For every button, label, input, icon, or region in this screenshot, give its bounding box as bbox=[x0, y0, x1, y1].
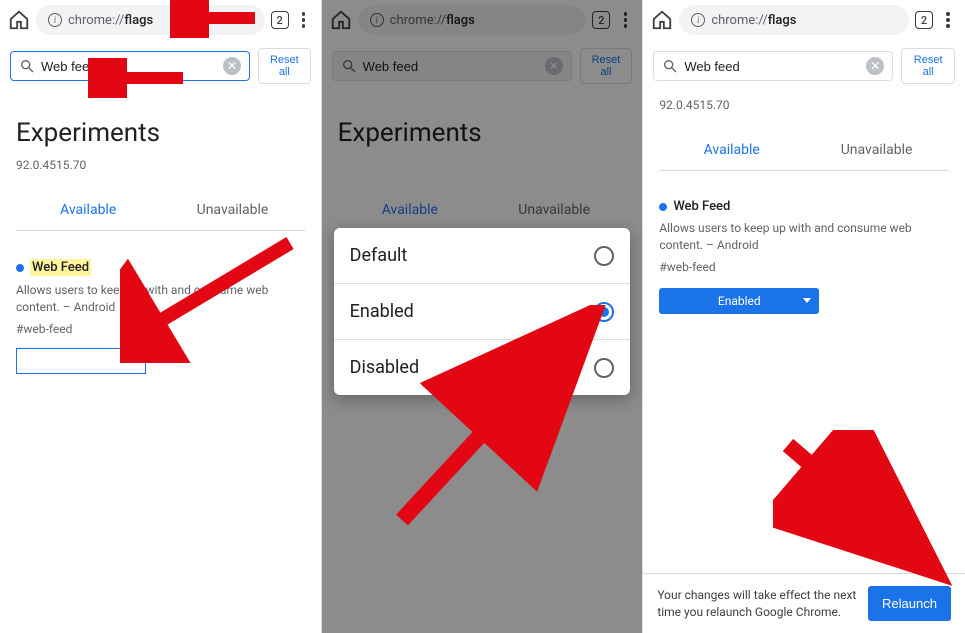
radio-icon-checked bbox=[594, 302, 614, 322]
flag-item: Web Feed Allows users to keep up with an… bbox=[16, 259, 305, 374]
flag-title: Web Feed bbox=[673, 199, 730, 214]
relaunch-button[interactable]: Relaunch bbox=[868, 586, 951, 621]
url-text: chrome://flags bbox=[711, 13, 796, 28]
flag-tag: #web-feed bbox=[659, 260, 949, 274]
omnibox[interactable]: i chrome://flags bbox=[36, 5, 265, 35]
home-icon[interactable] bbox=[8, 9, 30, 31]
option-default[interactable]: Default bbox=[334, 228, 631, 284]
home-icon[interactable] bbox=[651, 9, 673, 31]
flag-description: Allows users to keep up with and consume… bbox=[16, 282, 305, 316]
tabs-button[interactable]: 2 bbox=[915, 11, 933, 29]
more-menu-icon[interactable] bbox=[295, 12, 313, 28]
clear-search-icon[interactable]: ✕ bbox=[223, 57, 241, 75]
relaunch-bar: Your changes will take effect the next t… bbox=[643, 573, 965, 633]
flag-tag: #web-feed bbox=[16, 322, 305, 336]
flag-dropdown-enabled[interactable]: Enabled bbox=[659, 288, 819, 314]
page-title: Experiments bbox=[16, 118, 305, 148]
tabs-bar: Available Unavailable bbox=[16, 190, 305, 231]
tab-unavailable[interactable]: Unavailable bbox=[804, 130, 949, 170]
search-flags-input-wrapper: ✕ bbox=[10, 51, 250, 81]
more-menu-icon[interactable] bbox=[939, 12, 957, 28]
search-icon bbox=[19, 58, 35, 74]
tab-unavailable[interactable]: Unavailable bbox=[160, 190, 304, 230]
relaunch-message: Your changes will take effect the next t… bbox=[657, 587, 858, 621]
tab-available[interactable]: Available bbox=[16, 190, 160, 230]
info-icon: i bbox=[691, 13, 705, 27]
clear-search-icon[interactable]: ✕ bbox=[866, 57, 884, 75]
radio-icon bbox=[594, 358, 614, 378]
version-text: 92.0.4515.70 bbox=[16, 158, 305, 172]
panel-step2: i chrome://flags 2 ✕ Reset all Experimen… bbox=[322, 0, 644, 633]
flag-indicator-dot bbox=[659, 203, 667, 211]
flag-dropdown[interactable] bbox=[16, 348, 146, 374]
search-icon bbox=[662, 58, 678, 74]
dropdown-value: Enabled bbox=[718, 294, 761, 308]
search-flags-input[interactable] bbox=[684, 59, 860, 74]
panel-step3: i chrome://flags 2 ✕ Reset all 92.0.4515… bbox=[643, 0, 965, 633]
option-label: Default bbox=[350, 245, 408, 266]
reset-all-button[interactable]: Reset all bbox=[258, 48, 311, 84]
version-text: 92.0.4515.70 bbox=[659, 98, 949, 112]
browser-toolbar: i chrome://flags 2 bbox=[0, 0, 321, 40]
tab-available[interactable]: Available bbox=[659, 130, 804, 170]
omnibox[interactable]: i chrome://flags bbox=[679, 5, 909, 35]
radio-icon bbox=[594, 246, 614, 266]
flag-title: Web Feed bbox=[30, 259, 91, 276]
panel-step1: i chrome://flags 2 ✕ Reset all Experimen… bbox=[0, 0, 322, 633]
flag-options-popup: Default Enabled Disabled bbox=[334, 228, 631, 395]
browser-toolbar: i chrome://flags 2 bbox=[643, 0, 965, 40]
option-disabled[interactable]: Disabled bbox=[334, 340, 631, 395]
option-enabled[interactable]: Enabled bbox=[334, 284, 631, 340]
flag-item: Web Feed Allows users to keep up with an… bbox=[659, 199, 949, 314]
url-text: chrome://flags bbox=[68, 13, 153, 28]
info-icon: i bbox=[48, 13, 62, 27]
option-label: Disabled bbox=[350, 357, 419, 378]
flag-indicator-dot bbox=[16, 264, 24, 272]
flag-description: Allows users to keep up with and consume… bbox=[659, 220, 949, 254]
search-flags-input[interactable] bbox=[41, 59, 217, 74]
tabs-button[interactable]: 2 bbox=[271, 11, 289, 29]
reset-all-button[interactable]: Reset all bbox=[901, 48, 955, 84]
tabs-bar: Available Unavailable bbox=[659, 130, 949, 171]
option-label: Enabled bbox=[350, 301, 414, 322]
search-flags-input-wrapper: ✕ bbox=[653, 51, 893, 81]
